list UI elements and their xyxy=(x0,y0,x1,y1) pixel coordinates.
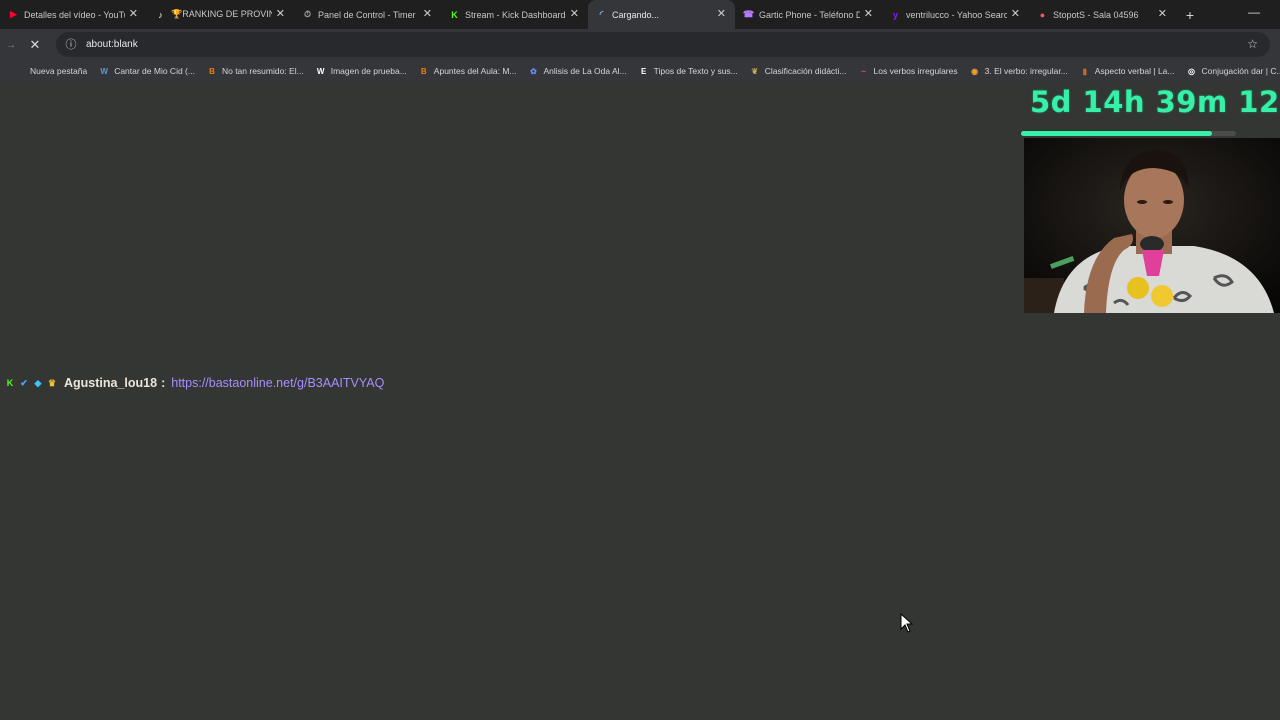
text-doc-icon: E xyxy=(641,66,647,76)
stream-timer: 5d 14h 39m 12s xyxy=(1030,85,1280,119)
kick-icon: K xyxy=(451,9,458,20)
close-tab-icon[interactable]: ✕ xyxy=(129,7,138,21)
gartic-phone-icon: ☎ xyxy=(742,9,755,19)
loading-spinner-icon: ◜ xyxy=(599,9,604,19)
wordpress-icon: W xyxy=(100,66,108,76)
tab-7[interactable]: ● StopotS - Sala 04596 ✕ xyxy=(1029,0,1176,29)
new-tab-button[interactable]: + xyxy=(1176,0,1204,29)
yahoo-icon: y xyxy=(892,9,898,20)
bookmark-item-1[interactable]: W Cantar de Mio Cid (... xyxy=(93,66,201,76)
stop-loading-icon[interactable]: ✕ xyxy=(22,37,48,53)
bookmark-item-9[interactable]: ◉ 3. El verbo: irregular... xyxy=(964,66,1074,76)
browser-toolbar: → ✕ ⓘ ☆ xyxy=(0,29,1280,60)
verified-badge-icon: ✔ xyxy=(20,377,28,388)
forward-arrow-icon[interactable]: → xyxy=(0,39,22,51)
timer-app-icon: ⏱ xyxy=(303,9,312,19)
gem-badge-icon: ◆ xyxy=(34,377,42,388)
bookmark-item-5[interactable]: ✿ Anlisis de La Oda Al... xyxy=(523,66,633,76)
bookmark-label: No tan resumido: El... xyxy=(221,66,304,76)
bookmark-item-6[interactable]: E Tipos de Texto y sus... xyxy=(633,66,744,76)
tab-3[interactable]: K Stream - Kick Dashboard ✕ xyxy=(441,0,588,29)
close-tab-icon[interactable]: ✕ xyxy=(1011,7,1020,21)
timer-progress-track xyxy=(1021,131,1236,136)
tab-6[interactable]: y ventrilucco - Yahoo Search ✕ xyxy=(882,0,1029,29)
bookmark-item-7[interactable]: ❦ Clasificación didácti... xyxy=(744,66,853,76)
bookmark-label: Los verbos irregulares xyxy=(873,66,958,76)
tab-2[interactable]: ⏱ Panel de Control - Timer ✕ xyxy=(294,0,441,29)
leaf-icon: ❦ xyxy=(751,66,759,76)
close-tab-icon[interactable]: ✕ xyxy=(276,7,285,21)
tiktok-icon: ♪ xyxy=(158,9,163,20)
tab-4[interactable]: ◜ Cargando... ✕ xyxy=(588,0,735,29)
youtube-icon: ▶ xyxy=(10,9,17,19)
close-tab-icon[interactable]: ✕ xyxy=(423,7,432,21)
blogger-icon: B xyxy=(420,66,427,76)
bookmark-label: Aspecto verbal | La... xyxy=(1094,66,1175,76)
address-bar[interactable]: ⓘ ☆ xyxy=(56,32,1270,57)
tab-0[interactable]: ▶ Detalles del vídeo - YouTube ✕ xyxy=(0,0,147,29)
chat-message: K ✔ ◆ ♛ Agustina_lou18 : https://bastaonlin… xyxy=(4,376,385,390)
dash-icon: ~ xyxy=(861,66,866,76)
close-tab-icon[interactable]: ✕ xyxy=(864,7,873,21)
crown-badge-icon: ♛ xyxy=(47,377,57,388)
tab-title: Detalles del vídeo - YouTube xyxy=(24,9,125,20)
tab-1[interactable]: ♪ 🏆RANKING DE PROVINCIAS ✕ xyxy=(147,0,294,29)
globe-icon: ◎ xyxy=(1187,66,1195,76)
webcam-person-image xyxy=(1024,138,1280,313)
bookmarks-bar: Nueva pestaña W Cantar de Mio Cid (... B No … xyxy=(0,60,1280,82)
tab-title: 🏆RANKING DE PROVINCIAS xyxy=(171,9,272,19)
stopots-icon: ● xyxy=(1039,9,1046,20)
bookmark-star-icon[interactable]: ☆ xyxy=(1247,37,1258,51)
site-icon: ✿ xyxy=(530,66,537,76)
bookmark-item-8[interactable]: ~ Los verbos irregulares xyxy=(853,66,964,76)
bookmark-item-0[interactable]: Nueva pestaña xyxy=(0,66,93,76)
chat-username[interactable]: Agustina_lou18 xyxy=(64,376,157,390)
tab-title: Gartic Phone - Teléfono Dibujado xyxy=(759,9,860,20)
bookmark-label: Clasificación didácti... xyxy=(764,66,847,76)
tab-list: ▶ Detalles del vídeo - YouTube ✕ ♪ 🏆RANKING … xyxy=(0,0,1176,29)
site-info-icon[interactable]: ⓘ xyxy=(65,39,77,51)
bookmark-label: Anlisis de La Oda Al... xyxy=(543,66,627,76)
webcam-feed xyxy=(1024,138,1280,313)
page-content: 5d 14h 39m 12s K ✔ ◆ ♛ Agustina_lou18: … xyxy=(0,82,1280,720)
bookmark-icon: ▮ xyxy=(1082,66,1087,76)
bookmark-label: Apuntes del Aula: M... xyxy=(433,66,517,76)
bookmark-label: Imagen de prueba... xyxy=(330,66,407,76)
tab-title: Panel de Control - Timer xyxy=(318,9,416,20)
close-tab-icon[interactable]: ✕ xyxy=(1158,7,1167,21)
tab-title: Cargando... xyxy=(612,9,660,20)
tab-5[interactable]: ☎ Gartic Phone - Teléfono Dibujado ✕ xyxy=(735,0,882,29)
bookmark-item-10[interactable]: ▮ Aspecto verbal | La... xyxy=(1074,66,1181,76)
close-tab-icon[interactable]: ✕ xyxy=(717,7,726,21)
mouse-cursor-icon xyxy=(900,613,914,633)
close-tab-icon[interactable]: ✕ xyxy=(570,7,579,21)
bookmark-item-2[interactable]: B No tan resumido: El... xyxy=(201,66,310,76)
minimize-window-icon[interactable]: — xyxy=(1248,5,1260,19)
tab-strip: ▶ Detalles del vídeo - YouTube ✕ ♪ 🏆RANKING … xyxy=(0,0,1280,29)
bookmark-item-3[interactable]: W Imagen de prueba... xyxy=(310,66,413,76)
tab-title: ventrilucco - Yahoo Search xyxy=(906,9,1007,20)
wiki-icon: W xyxy=(316,66,325,76)
bookmark-label: Nueva pestaña xyxy=(30,66,88,76)
chat-message-link[interactable]: https://bastaonline.net/g/B3AAITVYAQ xyxy=(171,376,384,390)
blogger-icon: B xyxy=(209,66,215,76)
bookmark-item-4[interactable]: B Apuntes del Aula: M... xyxy=(413,66,523,76)
kick-badge-icon: K xyxy=(6,378,14,388)
bookmark-label: Cantar de Mio Cid (... xyxy=(114,66,195,76)
chat-badges: K ✔ ◆ ♛ xyxy=(4,377,60,389)
tab-title: StopotS - Sala 04596 xyxy=(1053,9,1139,20)
tab-title: Stream - Kick Dashboard xyxy=(465,9,566,20)
chat-separator: : xyxy=(161,376,166,390)
bookmark-item-11[interactable]: ◎ Conjugación dar | C... xyxy=(1180,66,1280,76)
bookmark-label: Conjugación dar | C... xyxy=(1201,66,1280,76)
bookmark-label: Tipos de Texto y sus... xyxy=(653,66,738,76)
bookmark-label: 3. El verbo: irregular... xyxy=(984,66,1068,76)
url-input[interactable] xyxy=(84,38,1188,51)
circle-icon: ◉ xyxy=(971,66,979,76)
timer-progress-fill xyxy=(1021,131,1213,136)
